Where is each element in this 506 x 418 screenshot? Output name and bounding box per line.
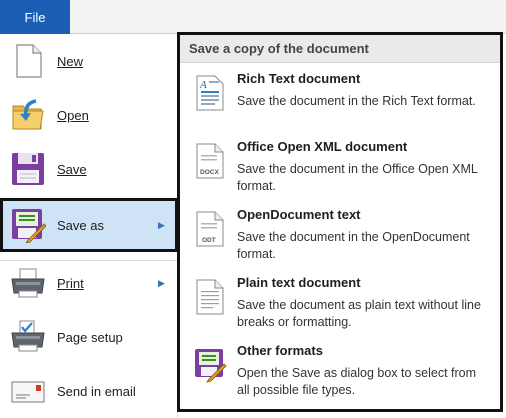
email-icon xyxy=(10,373,46,409)
save-option-title: Other formats xyxy=(237,343,323,358)
save-option-description: Save the document in the Office Open XML… xyxy=(237,162,478,193)
save-option-title: OpenDocument text xyxy=(237,207,361,222)
save-option-title: Rich Text document xyxy=(237,71,361,86)
menu-item-page-setup[interactable]: Page setup xyxy=(0,310,178,364)
plain-text-document-icon xyxy=(193,279,227,315)
odt-document-icon: ODT xyxy=(193,211,227,247)
open-folder-icon xyxy=(10,97,46,133)
floppy-disk-icon xyxy=(10,151,46,187)
menu-item-label: Open xyxy=(57,107,89,123)
docx-label: DOCX xyxy=(200,169,219,176)
menu-item-label: Page setup xyxy=(57,329,123,345)
menu-item-label: Print xyxy=(57,275,84,291)
file-tab[interactable]: File xyxy=(0,0,70,34)
rtf-document-icon: A xyxy=(193,75,227,111)
menu-item-save-as[interactable]: Save as ▶ xyxy=(0,198,178,252)
submenu-arrow-icon: ▶ xyxy=(158,219,165,230)
save-as-submenu: Save a copy of the document A Rich Text … xyxy=(177,32,503,412)
menu-item-send-email[interactable]: Send in email xyxy=(0,364,178,418)
menu-item-save[interactable]: Save xyxy=(0,142,178,196)
odt-label: ODT xyxy=(202,237,216,244)
menu-item-new[interactable]: New xyxy=(0,34,178,88)
save-option-title: Office Open XML document xyxy=(237,139,408,154)
save-option-docx[interactable]: DOCX Office Open XML document Save the d… xyxy=(180,139,500,205)
save-option-description: Save the document as plain text without … xyxy=(237,298,481,329)
menu-item-label: Send in email xyxy=(57,383,136,399)
save-option-plain-text[interactable]: Plain text document Save the document as… xyxy=(180,275,500,341)
svg-text:A: A xyxy=(199,79,207,91)
save-as-icon xyxy=(10,207,46,243)
ribbon-bar: File xyxy=(0,0,506,34)
menu-item-print[interactable]: Print ▶ xyxy=(0,256,178,310)
docx-document-icon: DOCX xyxy=(193,143,227,179)
save-option-title: Plain text document xyxy=(237,275,361,290)
save-as-icon xyxy=(193,347,227,383)
save-option-description: Open the Save as dialog box to select fr… xyxy=(237,366,477,397)
page-setup-icon xyxy=(10,319,46,355)
menu-item-label: New xyxy=(57,53,84,69)
save-option-description: Save the document in the Rich Text forma… xyxy=(237,94,476,108)
submenu-header: Save a copy of the document xyxy=(180,35,500,63)
menu-item-open[interactable]: Open xyxy=(0,88,178,142)
menu-item-label: Save as xyxy=(57,217,104,233)
printer-icon xyxy=(10,265,46,301)
save-option-other-formats[interactable]: Other formats Open the Save as dialog bo… xyxy=(180,343,500,409)
file-menu: New Open Save Save as ▶ Print ▶ Page set… xyxy=(0,34,178,418)
new-document-icon xyxy=(10,43,46,79)
save-option-rtf[interactable]: A Rich Text document Save the document i… xyxy=(180,71,500,137)
submenu-arrow-icon: ▶ xyxy=(158,277,165,288)
menu-item-label: Save xyxy=(57,161,87,177)
save-option-odt[interactable]: ODT OpenDocument text Save the document … xyxy=(180,207,500,273)
save-option-description: Save the document in the OpenDocument fo… xyxy=(237,230,470,261)
